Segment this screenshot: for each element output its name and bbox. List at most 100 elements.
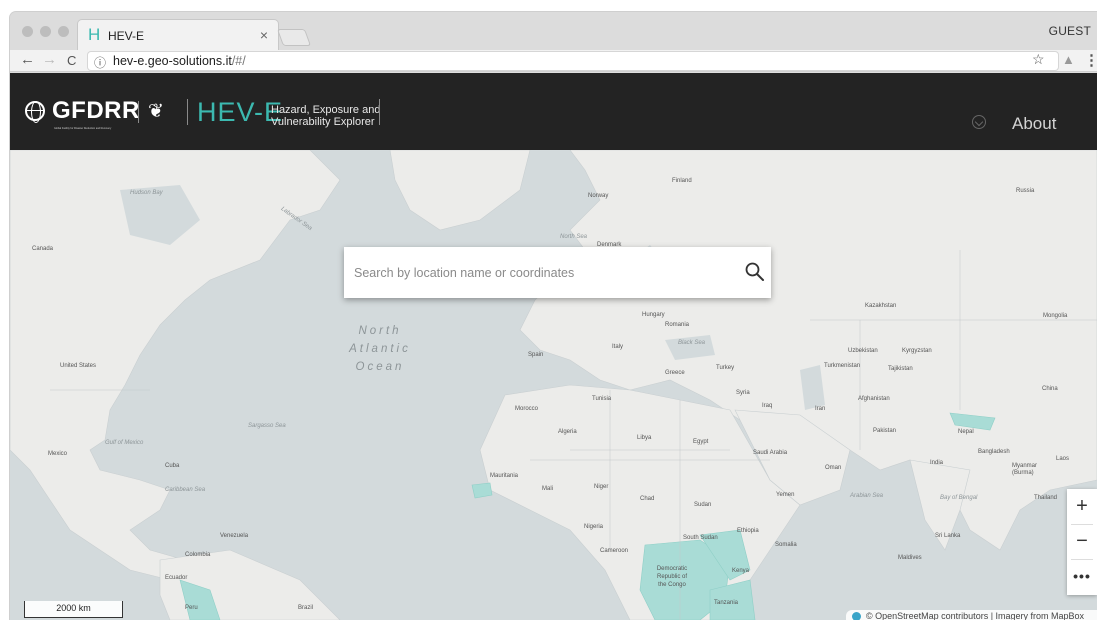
map-scale-bar: 2000 km bbox=[24, 601, 123, 618]
map-attribution: © OpenStreetMap contributors | Imagery f… bbox=[846, 610, 1097, 620]
url-path: /#/ bbox=[231, 54, 246, 68]
app-header: GFDRR Global Facility for Disaster Reduc… bbox=[10, 73, 1097, 150]
browser-tab[interactable]: H HEV-E × bbox=[78, 20, 278, 50]
map-label: Oman bbox=[825, 465, 842, 471]
map-label: Libya bbox=[637, 435, 652, 441]
map-label: Ethiopia bbox=[737, 528, 759, 534]
map-label: Brazil bbox=[298, 605, 314, 611]
about-link[interactable]: About bbox=[1012, 114, 1056, 134]
map-label: Laos bbox=[1056, 456, 1070, 462]
header-divider bbox=[379, 99, 380, 125]
map-label: Mauritania bbox=[490, 473, 519, 479]
reload-icon[interactable]: C bbox=[67, 53, 76, 69]
new-tab-button[interactable] bbox=[276, 29, 312, 46]
address-bar[interactable]: ⓘ hev-e.geo-solutions.it/#/ bbox=[88, 52, 1058, 70]
browser-toolbar: ← → C ⓘ hev-e.geo-solutions.it/#/ ☆ ▲ ⋮ bbox=[10, 50, 1097, 72]
sea-label: Sargasso Sea bbox=[248, 423, 286, 429]
map-label: Colombia bbox=[185, 552, 211, 558]
search-input[interactable] bbox=[344, 247, 724, 298]
forward-icon[interactable]: → bbox=[42, 52, 57, 68]
minimize-window-button[interactable] bbox=[40, 26, 51, 37]
map-label: Yemen bbox=[776, 492, 795, 498]
map-label: Greece bbox=[665, 370, 685, 376]
map-label: South Sudan bbox=[683, 535, 718, 541]
map-label: Bangladesh bbox=[978, 449, 1010, 455]
map-label: Kenya bbox=[732, 568, 750, 574]
map-label: Thailand bbox=[1034, 495, 1058, 501]
map-label: Nigeria bbox=[584, 524, 604, 530]
map-label: Spain bbox=[528, 352, 544, 358]
map-label: Cuba bbox=[165, 463, 180, 469]
royal-crest-icon: ❦ bbox=[148, 101, 164, 122]
map-label: Maldives bbox=[898, 555, 922, 561]
map-label: Kyrgyzstan bbox=[902, 348, 932, 354]
map-label: Finland bbox=[672, 178, 692, 184]
tagline-line-1: Hazard, Exposure and bbox=[271, 104, 381, 116]
map-label: Turkey bbox=[716, 365, 735, 371]
map-label: Mongolia bbox=[1043, 313, 1068, 319]
bookmark-star-icon[interactable]: ☆ bbox=[1032, 51, 1045, 68]
map-label: Russia bbox=[1016, 188, 1035, 194]
sea-label: Black Sea bbox=[678, 340, 706, 346]
map-label: Pakistan bbox=[873, 428, 897, 434]
tab-close-icon[interactable]: × bbox=[260, 27, 268, 43]
map-label: Mexico bbox=[48, 451, 68, 457]
map-label: Algeria bbox=[558, 429, 577, 435]
browser-menu-icon[interactable]: ⋮ bbox=[1084, 51, 1097, 69]
zoom-out-button[interactable]: − bbox=[1067, 524, 1097, 559]
map-label: Syria bbox=[736, 390, 750, 396]
back-icon[interactable]: ← bbox=[20, 52, 35, 68]
gfdrr-globe-icon bbox=[25, 101, 45, 123]
map-label: Myanmar (Burma) bbox=[1012, 463, 1038, 476]
info-icon[interactable] bbox=[852, 612, 861, 620]
gfdrr-logo: GFDRR bbox=[52, 97, 140, 124]
tab-title: HEV-E bbox=[108, 29, 145, 43]
tagline-line-2: Vulnerability Explorer bbox=[271, 116, 375, 128]
location-search-box bbox=[344, 247, 771, 298]
maximize-window-button[interactable] bbox=[58, 26, 69, 37]
profile-button[interactable]: GUEST bbox=[1049, 24, 1091, 38]
map-label: Somalia bbox=[775, 542, 797, 548]
sea-label: Gulf of Mexico bbox=[105, 440, 144, 446]
map-label: Tanzania bbox=[714, 600, 739, 606]
app-tagline: Hazard, Exposure and Vulnerability Explor… bbox=[271, 104, 380, 128]
map-label: Democratic Republic of the Congo bbox=[656, 566, 688, 588]
map-label: India bbox=[930, 460, 944, 466]
search-icon[interactable] bbox=[744, 261, 766, 283]
url-host: hev-e.geo-solutions.it bbox=[113, 54, 232, 68]
map-label: Norway bbox=[588, 193, 609, 199]
attribution-text: © OpenStreetMap contributors | Imagery f… bbox=[866, 611, 1085, 620]
map-label: Nepal bbox=[958, 429, 974, 435]
info-icon[interactable]: ⓘ bbox=[94, 54, 106, 71]
tab-strip: H HEV-E × GUEST bbox=[10, 12, 1097, 50]
header-divider bbox=[138, 101, 139, 123]
map-label: Hungary bbox=[642, 312, 665, 318]
map-canvas[interactable]: North Atlantic Ocean Hudson Bay Labrador… bbox=[10, 150, 1097, 620]
more-options-button[interactable]: ••• bbox=[1067, 559, 1097, 594]
url-text: hev-e.geo-solutions.it/#/ bbox=[113, 54, 246, 68]
sea-label: Arabian Sea bbox=[850, 493, 884, 499]
map-label: Canada bbox=[32, 246, 54, 252]
zoom-in-button[interactable]: + bbox=[1067, 489, 1097, 524]
extension-icon[interactable]: ▲ bbox=[1062, 52, 1075, 67]
gfdrr-subtitle: Global Facility for Disaster Reduction a… bbox=[54, 127, 112, 130]
map-label: Saudi Arabia bbox=[753, 450, 788, 456]
ocean-label: North Atlantic Ocean bbox=[349, 325, 411, 373]
map-label: China bbox=[1042, 386, 1058, 392]
sea-label: Hudson Bay bbox=[130, 190, 163, 196]
chevron-down-circle-icon[interactable] bbox=[972, 115, 986, 129]
map-label: Kazakhstan bbox=[865, 303, 897, 309]
map-label: Chad bbox=[640, 496, 655, 502]
map-label: Niger bbox=[594, 484, 609, 490]
map-label: United States bbox=[60, 363, 97, 369]
map-label: Tunisia bbox=[592, 396, 612, 402]
map-label: Iran bbox=[815, 406, 826, 412]
map-label: Tajikistan bbox=[888, 366, 913, 372]
map-label: Sri Lanka bbox=[935, 533, 961, 539]
sea-label: Bay of Bengal bbox=[940, 495, 978, 501]
close-window-button[interactable] bbox=[22, 26, 33, 37]
header-divider bbox=[187, 99, 188, 125]
map-label: Venezuela bbox=[220, 533, 249, 539]
map-label: Italy bbox=[612, 344, 624, 350]
map-label: Mali bbox=[542, 486, 554, 492]
